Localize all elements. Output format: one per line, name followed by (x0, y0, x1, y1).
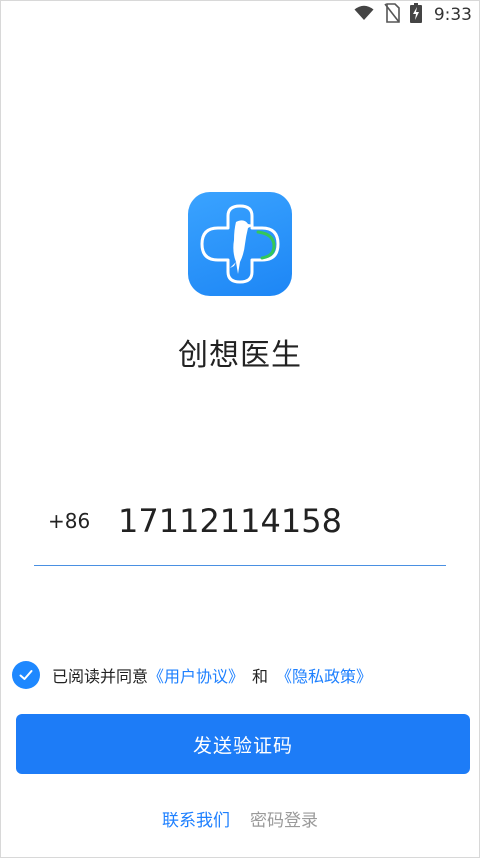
status-time: 9:33 (433, 5, 472, 25)
user-agreement-link[interactable]: 《用户协议》 (148, 663, 244, 687)
status-bar: 9:33 (0, 0, 480, 30)
contact-us-link[interactable]: 联系我们 (162, 806, 230, 831)
country-code[interactable]: +86 (48, 509, 90, 533)
phone-input-row: +86 (34, 495, 446, 566)
privacy-policy-link[interactable]: 《隐私政策》 (276, 663, 372, 687)
wifi-icon (354, 5, 374, 25)
app-logo-icon (188, 192, 292, 296)
checkmark-icon (19, 670, 33, 680)
agreement-row: 已阅读并同意 《用户协议》 和 《隐私政策》 (12, 660, 372, 690)
agreement-checkbox[interactable] (12, 661, 40, 689)
agreement-conjunction: 和 (252, 667, 269, 686)
no-sim-icon (384, 3, 400, 27)
password-login-link[interactable]: 密码登录 (250, 806, 318, 831)
app-name: 创想医生 (178, 338, 302, 373)
status-icons: 9:33 (354, 0, 472, 30)
bottom-links: 联系我们 密码登录 (0, 806, 480, 831)
phone-number-input[interactable] (118, 499, 438, 543)
battery-charging-icon (409, 3, 422, 27)
send-code-button[interactable]: 发送验证码 (16, 714, 470, 774)
agreement-prefix: 已阅读并同意 (52, 667, 149, 686)
